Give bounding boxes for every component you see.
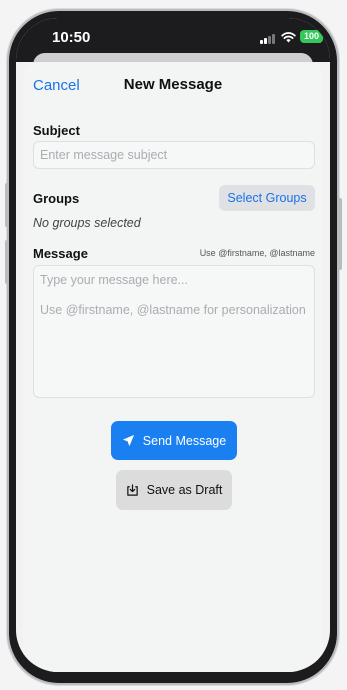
save-tray-icon [126, 483, 138, 496]
screen: 10:50 100 Cancel New Message Subject Ent… [16, 18, 330, 672]
side-button-left-lower [5, 240, 9, 284]
personalization-hint: Use @firstname, @lastname [199, 248, 315, 258]
subject-input[interactable]: Enter message subject [33, 141, 315, 169]
cellular-signal-icon [260, 34, 276, 44]
subject-label: Subject [33, 123, 80, 138]
message-label: Message [33, 246, 88, 261]
groups-label: Groups [33, 191, 80, 206]
side-button-right [338, 198, 342, 270]
groups-empty-text: No groups selected [33, 216, 141, 230]
page-title: New Message [123, 76, 223, 93]
message-placeholder-line2: Use @firstname, @lastname for personaliz… [40, 303, 306, 317]
message-placeholder-line1: Type your message here... [40, 273, 188, 287]
battery-indicator: 100 [300, 30, 323, 43]
save-draft-button[interactable]: Save as Draft [116, 470, 232, 510]
select-groups-button[interactable]: Select Groups [219, 185, 315, 211]
status-time: 10:50 [52, 29, 91, 46]
send-message-label: Send Message [142, 433, 227, 448]
send-message-button[interactable]: Send Message [111, 421, 237, 460]
subject-placeholder: Enter message subject [40, 148, 168, 162]
new-message-sheet: Cancel New Message Subject Enter message… [23, 62, 323, 672]
wifi-icon [281, 32, 296, 43]
message-textarea[interactable]: Type your message here... Use @firstname… [33, 265, 315, 398]
side-button-left-upper [5, 183, 9, 227]
save-draft-label: Save as Draft [146, 483, 223, 497]
paper-plane-icon [122, 434, 134, 447]
